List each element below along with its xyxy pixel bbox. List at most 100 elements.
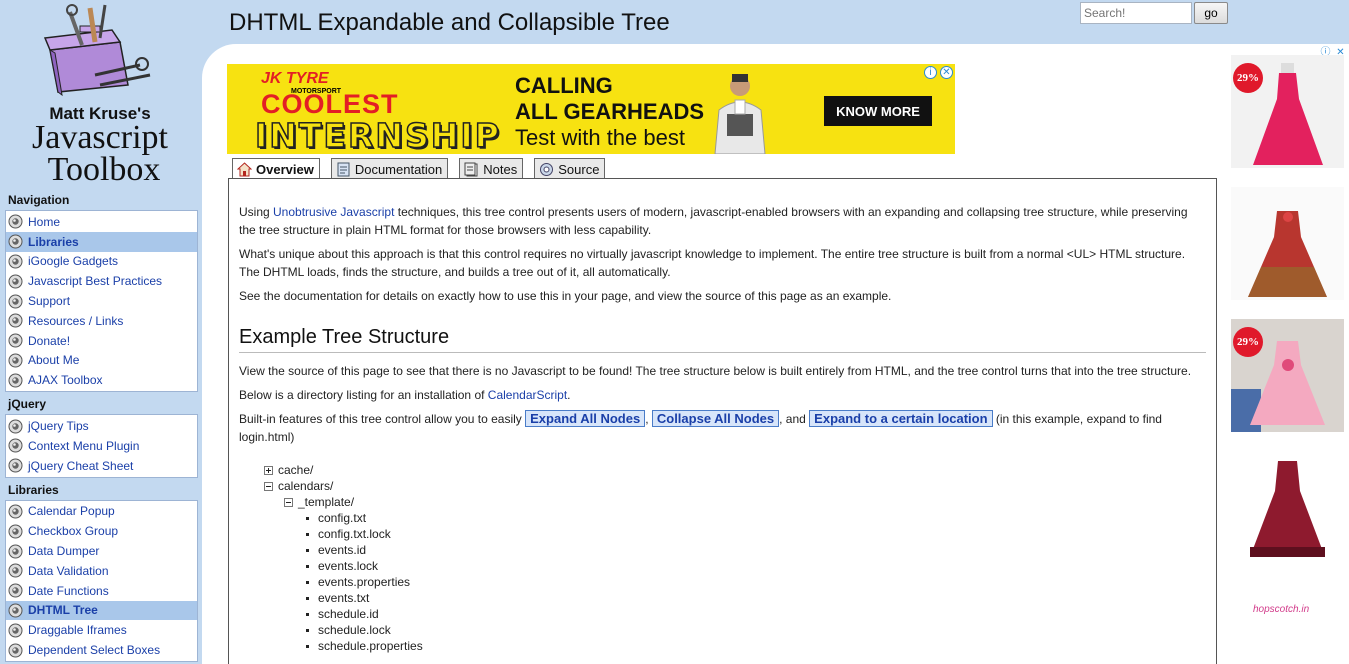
product-dress-4[interactable]: [1231, 451, 1344, 564]
sidebar-item-label: About Me: [28, 353, 80, 368]
search-input[interactable]: [1080, 2, 1192, 24]
sidebar-item[interactable]: Support: [6, 291, 197, 311]
sidebar-item[interactable]: jQuery Cheat Sheet: [6, 456, 197, 476]
sidebar-item-label: jQuery Tips: [28, 419, 89, 434]
expand-to-location-button[interactable]: Expand to a certain location: [809, 410, 993, 427]
bullet-icon: [8, 333, 23, 348]
sidebar-item[interactable]: Draggable Iframes: [6, 620, 197, 640]
section-heading: Example Tree Structure: [239, 326, 1206, 353]
tab-bar: Overview Documentation Notes Source: [232, 158, 616, 180]
tab-label: Documentation: [354, 161, 443, 177]
bullet-icon: [8, 254, 23, 269]
tree-node: events.properties: [264, 574, 1206, 590]
bullet-icon: [8, 234, 23, 249]
tree-node: events.lock: [264, 558, 1206, 574]
tree-node[interactable]: cache/: [264, 462, 1206, 478]
sidebar-item[interactable]: Checkbox Group: [6, 521, 197, 541]
sidebar-item[interactable]: Context Menu Plugin: [6, 436, 197, 456]
sidebar-item[interactable]: iGoogle Gadgets: [6, 252, 197, 272]
ad-banner[interactable]: JK TYRE MOTORSPORT COOLEST INTERNSHIP CAL…: [227, 64, 955, 154]
collapse-minus-icon[interactable]: [284, 497, 293, 507]
sidebar-item-label: Data Validation: [28, 563, 109, 578]
bullet-icon: [8, 294, 23, 309]
bullet-icon: [8, 274, 23, 289]
discount-badge: 29%: [1233, 327, 1263, 357]
collapse-all-button[interactable]: Collapse All Nodes: [651, 410, 780, 427]
product-dress-1[interactable]: 29%: [1231, 55, 1344, 168]
tab-source[interactable]: Source: [534, 158, 606, 179]
nav-box: Calendar Popup Checkbox Group Data Dumper D…: [5, 499, 198, 662]
dress-image: [1231, 187, 1344, 300]
sidebar-item[interactable]: About Me: [6, 351, 197, 371]
nav-section-title: Libraries: [8, 482, 59, 497]
directory-paragraph: Below is a directory listing for an inst…: [239, 388, 571, 402]
bullet-icon: [306, 628, 309, 632]
sidebar-item-label: Checkbox Group: [28, 524, 119, 539]
sidebar-item[interactable]: Home: [6, 212, 197, 232]
sidebar-item-label: jQuery Cheat Sheet: [28, 458, 134, 473]
search-go-button[interactable]: go: [1194, 2, 1228, 24]
tab-notes[interactable]: Notes: [459, 158, 524, 179]
sidebar-item[interactable]: Resources / Links: [6, 311, 197, 331]
ad-person-image: [714, 74, 766, 154]
tree-node-label: cache/: [278, 463, 314, 477]
tree-node[interactable]: calendars/: [264, 478, 1206, 494]
ad-close-icon[interactable]: ✕: [940, 66, 953, 79]
sidebar-item[interactable]: Libraries: [6, 231, 197, 252]
sidebar-item[interactable]: Donate!: [6, 331, 197, 351]
sidebar-item[interactable]: Calendar Popup: [6, 502, 197, 522]
page-title: DHTML Expandable and Collapsible Tree: [229, 9, 670, 36]
bullet-icon: [306, 548, 309, 552]
bullet-icon: [306, 580, 309, 584]
site-logo[interactable]: Matt Kruse's Javascript Toolbox: [0, 0, 202, 188]
right-ad-column[interactable]: ⓘ ✕ 29% 29% hopscotch.in: [1227, 44, 1349, 664]
tree-node-label: schedule.properties: [318, 639, 423, 653]
svg-text:Toolbox: Toolbox: [48, 151, 161, 188]
ad-cta-button[interactable]: KNOW MORE: [824, 96, 932, 126]
expand-all-button[interactable]: Expand All Nodes: [525, 410, 646, 427]
tree-node: events.txt: [264, 590, 1206, 606]
bullet-icon: [8, 583, 23, 598]
discount-badge: 29%: [1233, 63, 1263, 93]
sidebar-item[interactable]: Data Dumper: [6, 541, 197, 561]
tree-view: cache/calendars/ _template/config.txt conf…: [264, 462, 1206, 654]
tab-documentation[interactable]: Documentation: [330, 158, 449, 179]
tree-node: schedule.id: [264, 606, 1206, 622]
tree-node-label: _template/: [298, 495, 355, 509]
product-dress-3[interactable]: 29%: [1231, 319, 1344, 432]
sidebar-item-label: iGoogle Gadgets: [28, 254, 119, 269]
tree-node-label: events.properties: [318, 575, 411, 589]
store-logo: hopscotch.in: [1253, 604, 1310, 615]
sidebar-item[interactable]: Javascript Best Practices: [6, 271, 197, 291]
sidebar-item-label: Support: [28, 294, 71, 309]
tab-label: Source: [558, 161, 600, 177]
sidebar-item[interactable]: Dependent Select Boxes: [6, 640, 197, 660]
unobtrusive-javascript-link[interactable]: Unobtrusive Javascript: [273, 205, 394, 219]
tree-node-label: schedule.lock: [318, 623, 391, 637]
ad-line-3: Test with the best: [515, 125, 685, 150]
calendarscript-link[interactable]: CalendarScript: [488, 388, 567, 402]
collapse-minus-icon[interactable]: [264, 481, 273, 491]
bullet-icon: [8, 313, 23, 328]
tab-overview[interactable]: Overview: [232, 158, 320, 180]
product-dress-2[interactable]: [1231, 187, 1344, 300]
tree-node[interactable]: _template/: [264, 494, 1206, 510]
tree-node: config.txt: [264, 510, 1206, 526]
bullet-icon: [306, 532, 309, 536]
ad-info-icon[interactable]: i: [924, 66, 937, 79]
sidebar-item[interactable]: jQuery Tips: [6, 416, 197, 436]
bullet-icon: [8, 643, 23, 658]
ad-controls: i ✕: [924, 66, 953, 79]
documentation-paragraph: See the documentation for details on exa…: [239, 289, 892, 303]
sidebar-item[interactable]: Data Validation: [6, 561, 197, 581]
sidebar-item-label: Calendar Popup: [28, 504, 115, 519]
bullet-icon: [8, 623, 23, 638]
sidebar-item[interactable]: DHTML Tree: [6, 600, 197, 621]
expand-plus-icon[interactable]: [264, 465, 273, 475]
features-paragraph: Built-in features of this tree control a…: [239, 410, 1162, 444]
tab-label: Notes: [483, 161, 518, 177]
sidebar-item[interactable]: AJAX Toolbox: [6, 370, 197, 390]
tree-node-label: config.txt.lock: [318, 527, 391, 541]
tab-label: Overview: [256, 162, 314, 177]
sidebar-item[interactable]: Date Functions: [6, 581, 197, 601]
